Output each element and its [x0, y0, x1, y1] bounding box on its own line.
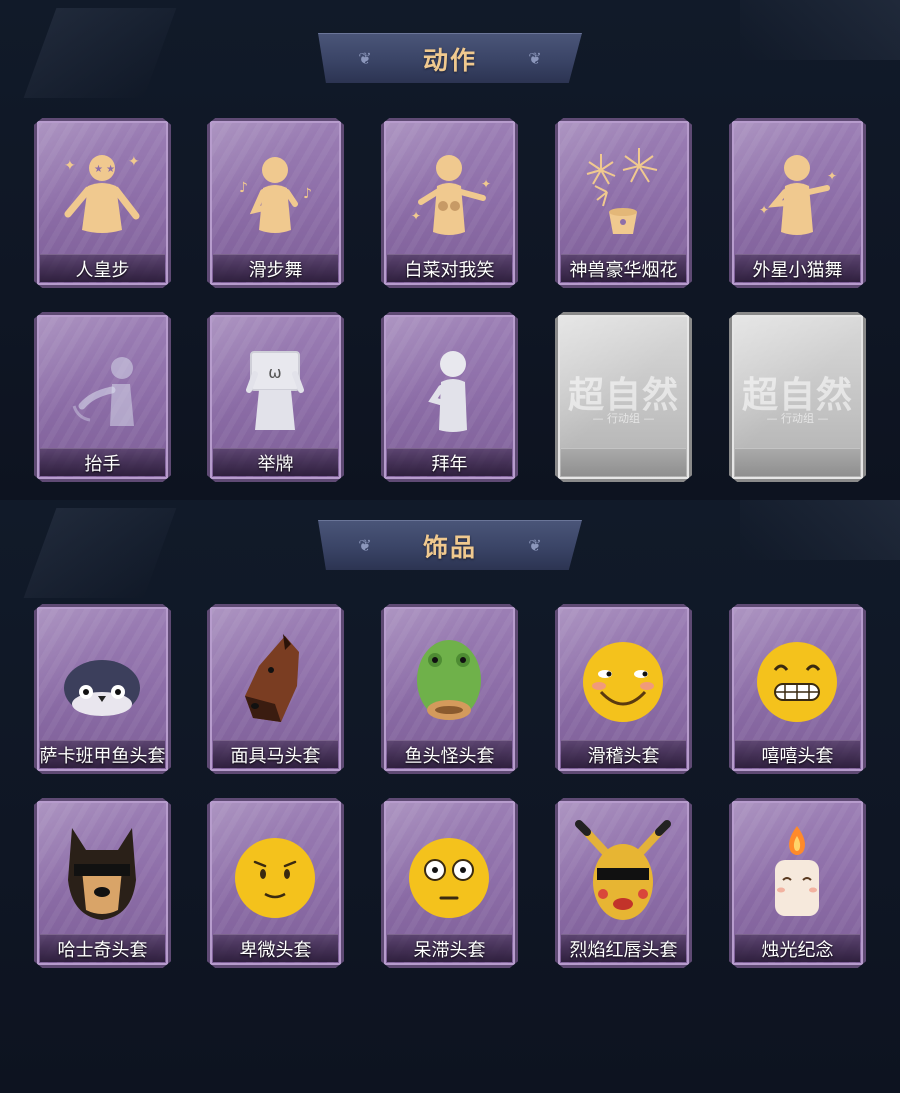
- raise-hand-figure-icon: [72, 357, 134, 426]
- card-label: 呆滞头套: [413, 939, 486, 961]
- svg-text:✦: ✦: [128, 154, 140, 170]
- actions-section: ❦ 动作 ❦ ✦ ✦ ★ ★ 人皇步 ♪ ♪ 滑步舞 ✦ ✦ 白菜对我笑 神兽豪…: [0, 0, 900, 500]
- actions-banner: ❦ 动作 ❦: [318, 33, 582, 83]
- card-label: 白菜对我笑: [404, 259, 495, 281]
- card-label: 鱼头怪头套: [404, 745, 495, 767]
- ornament-left-icon: ❦: [358, 536, 372, 555]
- humble-face-icon: [235, 838, 315, 918]
- pikachu-sunglasses-icon: [575, 820, 671, 920]
- husky-sunglasses-icon: [68, 828, 136, 920]
- sacabambaspis-head-icon: [64, 660, 140, 716]
- accessories-section: ❦ 饰品 ❦ 萨卡班甲鱼头套 面具马头套 鱼头怪头套 滑稽头套 嘻嘻头套 哈士奇…: [0, 500, 900, 1093]
- accessory-card-7[interactable]: 呆滞头套: [381, 798, 518, 968]
- horse-mask-icon: [245, 634, 299, 722]
- cabbage-smile-figure-icon: ✦ ✦: [411, 155, 491, 235]
- svg-text:♪: ♪: [303, 186, 312, 202]
- section-title: 饰品: [422, 532, 477, 562]
- card-label: 神兽豪华烟花: [569, 259, 678, 281]
- grin-face-icon: [757, 642, 837, 722]
- locked-card-9[interactable]: 超自然 — 行动组 —: [729, 312, 866, 482]
- card-label: 嘻嘻头套: [761, 745, 834, 767]
- stamp-subtitle: — 行动组 —: [766, 412, 829, 425]
- funny-face-icon: [583, 642, 663, 722]
- card-label: 人皇步: [75, 259, 130, 281]
- svg-text:✦: ✦: [759, 203, 769, 217]
- card-label: 哈士奇头套: [57, 939, 148, 961]
- accessory-card-5[interactable]: 哈士奇头套: [34, 798, 171, 968]
- action-card-3[interactable]: 神兽豪华烟花: [555, 118, 692, 288]
- accessories-banner: ❦ 饰品 ❦: [318, 520, 582, 570]
- new-year-greeting-figure-icon: [428, 351, 467, 432]
- card-label: 烛光纪念: [761, 939, 834, 961]
- action-card-0[interactable]: ✦ ✦ ★ ★ 人皇步: [34, 118, 171, 288]
- accessory-card-3[interactable]: 滑稽头套: [555, 604, 692, 774]
- accessory-card-9[interactable]: 烛光纪念: [729, 798, 866, 968]
- locked-card-8[interactable]: 超自然 — 行动组 —: [555, 312, 692, 482]
- card-label: 举牌: [257, 453, 294, 475]
- svg-text:♪: ♪: [239, 180, 248, 196]
- card-label: 滑步舞: [248, 259, 303, 281]
- card-label: 滑稽头套: [587, 745, 660, 767]
- accessory-card-0[interactable]: 萨卡班甲鱼头套: [34, 604, 171, 774]
- fireworks-icon: [586, 148, 658, 234]
- card-label: 外星小猫舞: [752, 259, 843, 281]
- accessory-card-8[interactable]: 烈焰红唇头套: [555, 798, 692, 968]
- action-card-5[interactable]: 抬手: [34, 312, 171, 482]
- action-card-2[interactable]: ✦ ✦ 白菜对我笑: [381, 118, 518, 288]
- section-title: 动作: [422, 45, 477, 75]
- svg-text:✦: ✦: [481, 177, 491, 191]
- ornament-right-icon: ❦: [528, 49, 542, 68]
- candle-icon: [775, 826, 819, 916]
- svg-text:✦: ✦: [827, 169, 837, 183]
- fish-head-icon: [417, 640, 481, 720]
- accessory-card-2[interactable]: 鱼头怪头套: [381, 604, 518, 774]
- svg-text:✦: ✦: [411, 209, 421, 223]
- card-label: 面具马头套: [230, 745, 321, 767]
- dazed-face-icon: [409, 838, 489, 918]
- card-label: 萨卡班甲鱼头套: [39, 745, 166, 767]
- ornament-left-icon: ❦: [358, 49, 372, 68]
- svg-text:★ ★: ★ ★: [94, 164, 115, 175]
- card-label: 卑微头套: [239, 939, 312, 961]
- svg-text:ω: ω: [268, 363, 281, 382]
- accessory-card-1[interactable]: 面具马头套: [207, 604, 344, 774]
- action-card-6[interactable]: ω 举牌: [207, 312, 344, 482]
- action-card-7[interactable]: 拜年: [381, 312, 518, 482]
- accessory-card-4[interactable]: 嘻嘻头套: [729, 604, 866, 774]
- svg-text:✦: ✦: [64, 158, 76, 174]
- accessory-card-6[interactable]: 卑微头套: [207, 798, 344, 968]
- hold-sign-figure-icon: ω: [246, 351, 304, 430]
- card-label: 拜年: [431, 453, 468, 475]
- stamp-subtitle: — 行动组 —: [592, 412, 655, 425]
- card-label: 抬手: [84, 453, 121, 475]
- alien-cat-dance-figure-icon: ✦ ✦: [759, 155, 837, 235]
- moonwalk-figure-icon: ♪ ♪: [239, 157, 312, 233]
- action-card-4[interactable]: ✦ ✦ 外星小猫舞: [729, 118, 866, 288]
- card-label: 烈焰红唇头套: [569, 939, 678, 961]
- dancing-figure-icon: ✦ ✦ ★ ★: [64, 154, 140, 233]
- action-card-1[interactable]: ♪ ♪ 滑步舞: [207, 118, 344, 288]
- ornament-right-icon: ❦: [528, 536, 542, 555]
